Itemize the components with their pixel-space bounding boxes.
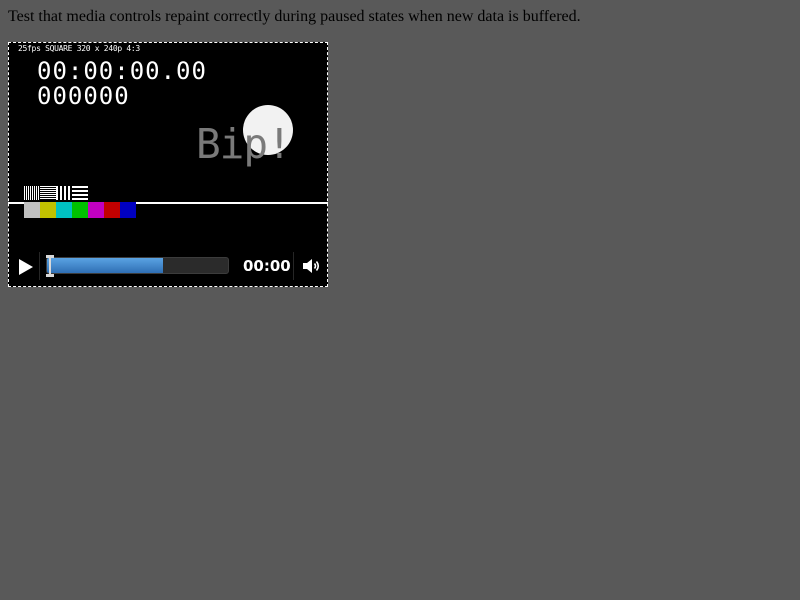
color-bars bbox=[24, 202, 136, 218]
buffered-range bbox=[47, 258, 163, 273]
resolution-pattern-horizontal-fine bbox=[40, 186, 56, 200]
separator bbox=[39, 252, 40, 280]
playhead-thumb[interactable] bbox=[45, 254, 55, 278]
volume-icon bbox=[303, 259, 320, 273]
frame-counter: 000000 bbox=[37, 82, 130, 110]
test-description: Test that media controls repaint correct… bbox=[8, 8, 581, 25]
play-button[interactable] bbox=[12, 254, 38, 280]
resolution-pattern-vertical-coarse bbox=[56, 186, 72, 200]
color-bar bbox=[104, 202, 120, 218]
video-frame: 25fps SQUARE 320 x 240p 4:3 00:00:00.00 … bbox=[8, 42, 328, 282]
video-player[interactable]: 25fps SQUARE 320 x 240p 4:3 00:00:00.00 … bbox=[8, 42, 328, 287]
separator bbox=[293, 252, 294, 280]
timeline-slider[interactable] bbox=[46, 257, 229, 274]
color-bar bbox=[56, 202, 72, 218]
color-bar bbox=[72, 202, 88, 218]
current-time-display: 00:00 bbox=[243, 257, 291, 275]
resolution-pattern-horizontal-coarse bbox=[72, 186, 88, 200]
color-bar bbox=[120, 202, 136, 218]
color-bar bbox=[40, 202, 56, 218]
mute-button[interactable] bbox=[300, 255, 322, 277]
timecode: 00:00:00.00 bbox=[37, 57, 207, 85]
resolution-pattern-vertical-fine bbox=[24, 186, 40, 200]
format-label: 25fps SQUARE 320 x 240p 4:3 bbox=[18, 44, 140, 53]
media-controls-panel: 00:00 bbox=[8, 250, 328, 282]
bip-text: Bip! bbox=[196, 120, 292, 168]
play-icon bbox=[19, 259, 33, 275]
color-bar bbox=[24, 202, 40, 218]
color-bar bbox=[88, 202, 104, 218]
